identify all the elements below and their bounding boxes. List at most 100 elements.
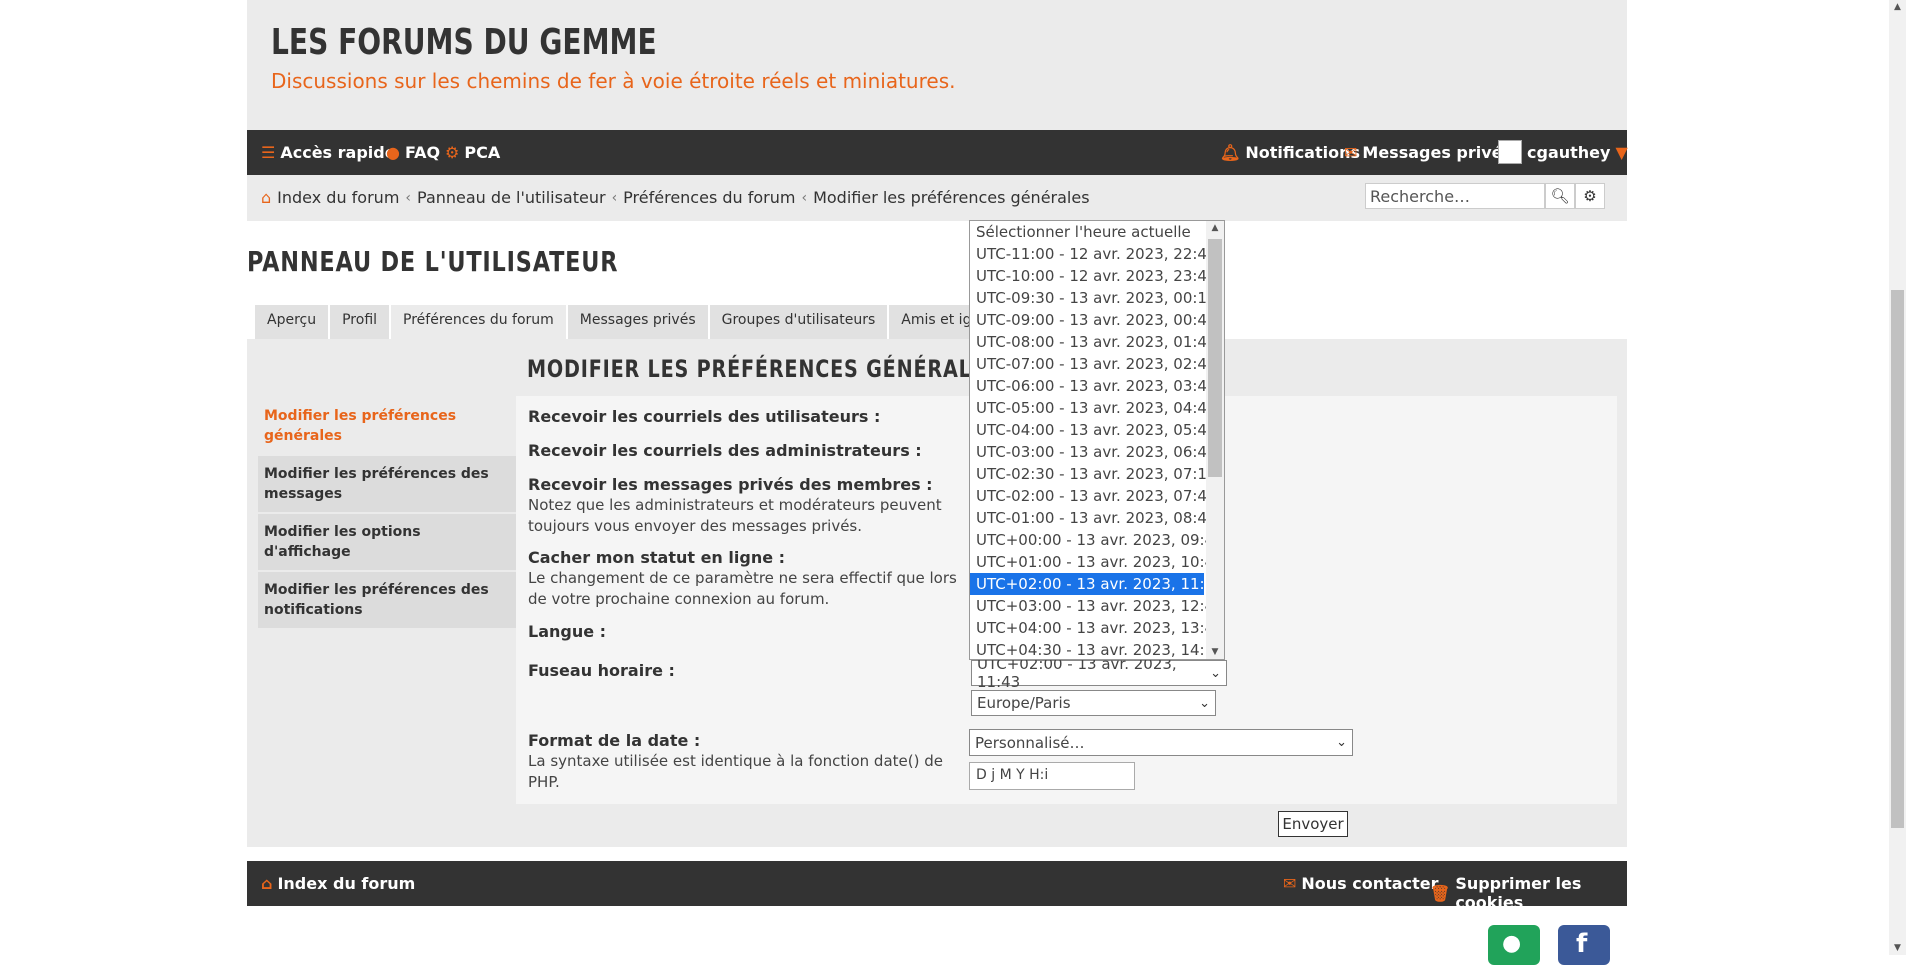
tab-user-groups[interactable]: Groupes d'utilisateurs: [709, 305, 888, 339]
tab-overview[interactable]: Aperçu: [255, 305, 329, 339]
site-description: Discussions sur les chemins de fer à voi…: [271, 69, 956, 93]
tab-forum-preferences[interactable]: Préférences du forum: [391, 305, 566, 339]
pca-link[interactable]: ⚙ PCA: [445, 143, 500, 162]
timezone-options: Sélectionner l'heure actuelle UTC-11:00 -…: [970, 221, 1224, 659]
breadcrumb-item-general-prefs[interactable]: Modifier les préférences générales: [813, 188, 1089, 207]
social-share-button[interactable]: ●: [1488, 925, 1540, 965]
footer-index-link[interactable]: ⌂ Index du forum: [261, 874, 415, 893]
timezone-option[interactable]: UTC-09:00 - 13 avr. 2023, 00:43: [970, 309, 1217, 331]
timezone-dropdown-list[interactable]: Sélectionner l'heure actuelle UTC-11:00 -…: [969, 220, 1225, 660]
timezone-option[interactable]: UTC-03:00 - 13 avr. 2023, 06:43: [970, 441, 1217, 463]
submit-button[interactable]: Envoyer: [1278, 811, 1348, 837]
label-receive-user-mail: Recevoir les courriels des utilisateurs …: [528, 407, 881, 426]
dropdown-scrollbar[interactable]: ▲ ▼: [1206, 221, 1224, 659]
footer-index-label: Index du forum: [277, 874, 416, 893]
label-language: Langue :: [528, 622, 607, 641]
inbox-icon: ✉: [1344, 143, 1358, 162]
search-input[interactable]: Recherche…: [1365, 183, 1545, 209]
advanced-search-button[interactable]: ⚙: [1575, 183, 1605, 209]
search-icon: 🔍︎: [1550, 187, 1570, 205]
timezone-option[interactable]: UTC+02:00 - 13 avr. 2023, 11:43: [970, 573, 1224, 595]
globe-icon: ●: [1502, 931, 1522, 956]
chevron-down-icon: ⌄: [1336, 735, 1347, 750]
contact-link[interactable]: ✉ Nous contacter: [1283, 874, 1438, 893]
desc-receive-pm: Notez que les administrateurs et modérat…: [528, 496, 942, 535]
date-format-field[interactable]: D j M Y H:i: [969, 762, 1135, 790]
breadcrumb-separator: ‹: [611, 189, 618, 206]
search-button[interactable]: 🔍︎: [1545, 183, 1575, 209]
timezone-option[interactable]: UTC+03:00 - 13 avr. 2023, 12:43: [970, 595, 1224, 617]
timezone-option[interactable]: UTC-01:00 - 13 avr. 2023, 08:43: [970, 507, 1217, 529]
site-header: LES FORUMS DU GEMME Discussions sur les …: [247, 0, 1627, 130]
top-navbar: ☰ Accès rapide ● FAQ ⚙ PCA 🔔︎ Notificati…: [247, 130, 1628, 175]
footer-bar: ⌂ Index du forum ✉ Nous contacter 🗑︎ Sup…: [247, 861, 1627, 912]
username-label: cgauthey: [1527, 142, 1611, 162]
question-circle-icon: ●: [386, 143, 400, 162]
chevron-down-icon: ⌄: [1199, 695, 1210, 711]
timezone-option[interactable]: UTC-09:30 - 13 avr. 2023, 00:13: [970, 287, 1217, 309]
page-scroll-thumb[interactable]: [1891, 290, 1904, 828]
timezone-option[interactable]: UTC+04:00 - 13 avr. 2023, 13:43: [970, 617, 1224, 639]
bell-icon: 🔔︎: [1220, 143, 1241, 162]
breadcrumb-item-index[interactable]: Index du forum: [277, 188, 399, 207]
timezone-option[interactable]: UTC+01:00 - 13 avr. 2023, 10:43: [970, 551, 1224, 573]
timezone-option[interactable]: UTC-04:00 - 13 avr. 2023, 05:43: [970, 419, 1217, 441]
sidebar-item-general-prefs[interactable]: Modifier les préférences générales: [258, 398, 516, 454]
gear-icon: ⚙: [1583, 187, 1597, 205]
sidebar-item-display-options[interactable]: Modifier les options d'affichage: [258, 514, 516, 570]
facebook-button[interactable]: f: [1558, 925, 1610, 965]
contact-label: Nous contacter: [1301, 874, 1439, 893]
ucp-tabs: Aperçu Profil Préférences du forum Messa…: [255, 305, 1023, 339]
tab-private-messages[interactable]: Messages privés: [567, 305, 708, 339]
timezone-region-value: Europe/Paris: [977, 694, 1071, 712]
date-format-select-value: Personnalisé…: [975, 733, 1085, 752]
desc-hide-status: Le changement de ce paramètre ne sera ef…: [528, 569, 957, 608]
timezone-option[interactable]: UTC-02:00 - 13 avr. 2023, 07:43: [970, 485, 1217, 507]
quick-access-menu[interactable]: ☰ Accès rapide: [261, 143, 396, 162]
gears-icon: ⚙: [445, 143, 460, 162]
timezone-region-select[interactable]: Europe/Paris ⌄: [971, 690, 1216, 716]
date-format-select[interactable]: Personnalisé… ⌄: [969, 729, 1353, 756]
page-scrollbar[interactable]: ▲ ▼: [1889, 0, 1906, 955]
breadcrumb-item-ucp[interactable]: Panneau de l'utilisateur: [417, 188, 606, 207]
breadcrumb-item-forum-prefs[interactable]: Préférences du forum: [623, 188, 795, 207]
scroll-down-icon[interactable]: ▼: [1206, 647, 1224, 657]
private-messages-label: Messages privés: [1362, 143, 1513, 162]
user-menu[interactable]: cgauthey ▼: [1498, 140, 1628, 164]
sidebar-nav: Modifier les préférences générales Modif…: [258, 398, 516, 630]
tab-profile[interactable]: Profil: [330, 305, 390, 339]
envelope-icon: ✉: [1283, 874, 1297, 893]
timezone-option[interactable]: UTC-07:00 - 13 avr. 2023, 02:43: [970, 353, 1217, 375]
faq-link[interactable]: ● FAQ: [386, 143, 440, 162]
site-title[interactable]: LES FORUMS DU GEMME: [271, 22, 657, 63]
timezone-option[interactable]: UTC-08:00 - 13 avr. 2023, 01:43: [970, 331, 1217, 353]
timezone-option[interactable]: UTC+00:00 - 13 avr. 2023, 09:43: [970, 529, 1224, 551]
timezone-option[interactable]: UTC-06:00 - 13 avr. 2023, 03:43: [970, 375, 1217, 397]
quick-access-label: Accès rapide: [280, 143, 396, 162]
pca-label: PCA: [464, 143, 501, 162]
private-messages-link[interactable]: ✉ Messages privés: [1344, 143, 1512, 162]
label-receive-pm: Recevoir les messages privés des membres…: [528, 475, 933, 494]
sidebar-item-message-prefs[interactable]: Modifier les préférences des messages: [258, 456, 516, 512]
scroll-down-icon[interactable]: ▼: [1889, 943, 1906, 953]
scroll-up-icon[interactable]: ▲: [1206, 223, 1224, 233]
label-timezone: Fuseau horaire :: [528, 661, 675, 680]
sidebar-item-notification-prefs[interactable]: Modifier les préférences des notificatio…: [258, 572, 516, 628]
delete-cookies-link[interactable]: 🗑︎ Supprimer les cookies: [1430, 874, 1627, 912]
scroll-up-icon[interactable]: ▲: [1889, 2, 1906, 12]
breadcrumb-bar: ⌂ Index du forum ‹ Panneau de l'utilisat…: [247, 175, 1627, 221]
timezone-option[interactable]: Sélectionner l'heure actuelle: [970, 221, 1204, 243]
timezone-option[interactable]: UTC-10:00 - 12 avr. 2023, 23:43: [970, 265, 1217, 287]
notifications-link[interactable]: 🔔︎ Notifications: [1220, 143, 1360, 162]
timezone-select[interactable]: UTC+02:00 - 13 avr. 2023, 11:43 ⌄: [971, 655, 1227, 691]
avatar: [1498, 140, 1522, 164]
timezone-option[interactable]: UTC-05:00 - 13 avr. 2023, 04:43: [970, 397, 1217, 419]
label-date-format: Format de la date :: [528, 731, 701, 750]
timezone-option[interactable]: UTC-02:30 - 13 avr. 2023, 07:13: [970, 463, 1217, 485]
dropdown-scroll-thumb[interactable]: [1208, 239, 1222, 477]
label-receive-admin-mail: Recevoir les courriels des administrateu…: [528, 441, 922, 460]
timezone-select-value: UTC+02:00 - 13 avr. 2023, 11:43: [977, 655, 1177, 691]
faq-label: FAQ: [404, 143, 441, 162]
timezone-option[interactable]: UTC-11:00 - 12 avr. 2023, 22:43: [970, 243, 1217, 265]
timezone-option[interactable]: UTC+04:30 - 13 avr. 2023, 14:13: [970, 639, 1224, 659]
